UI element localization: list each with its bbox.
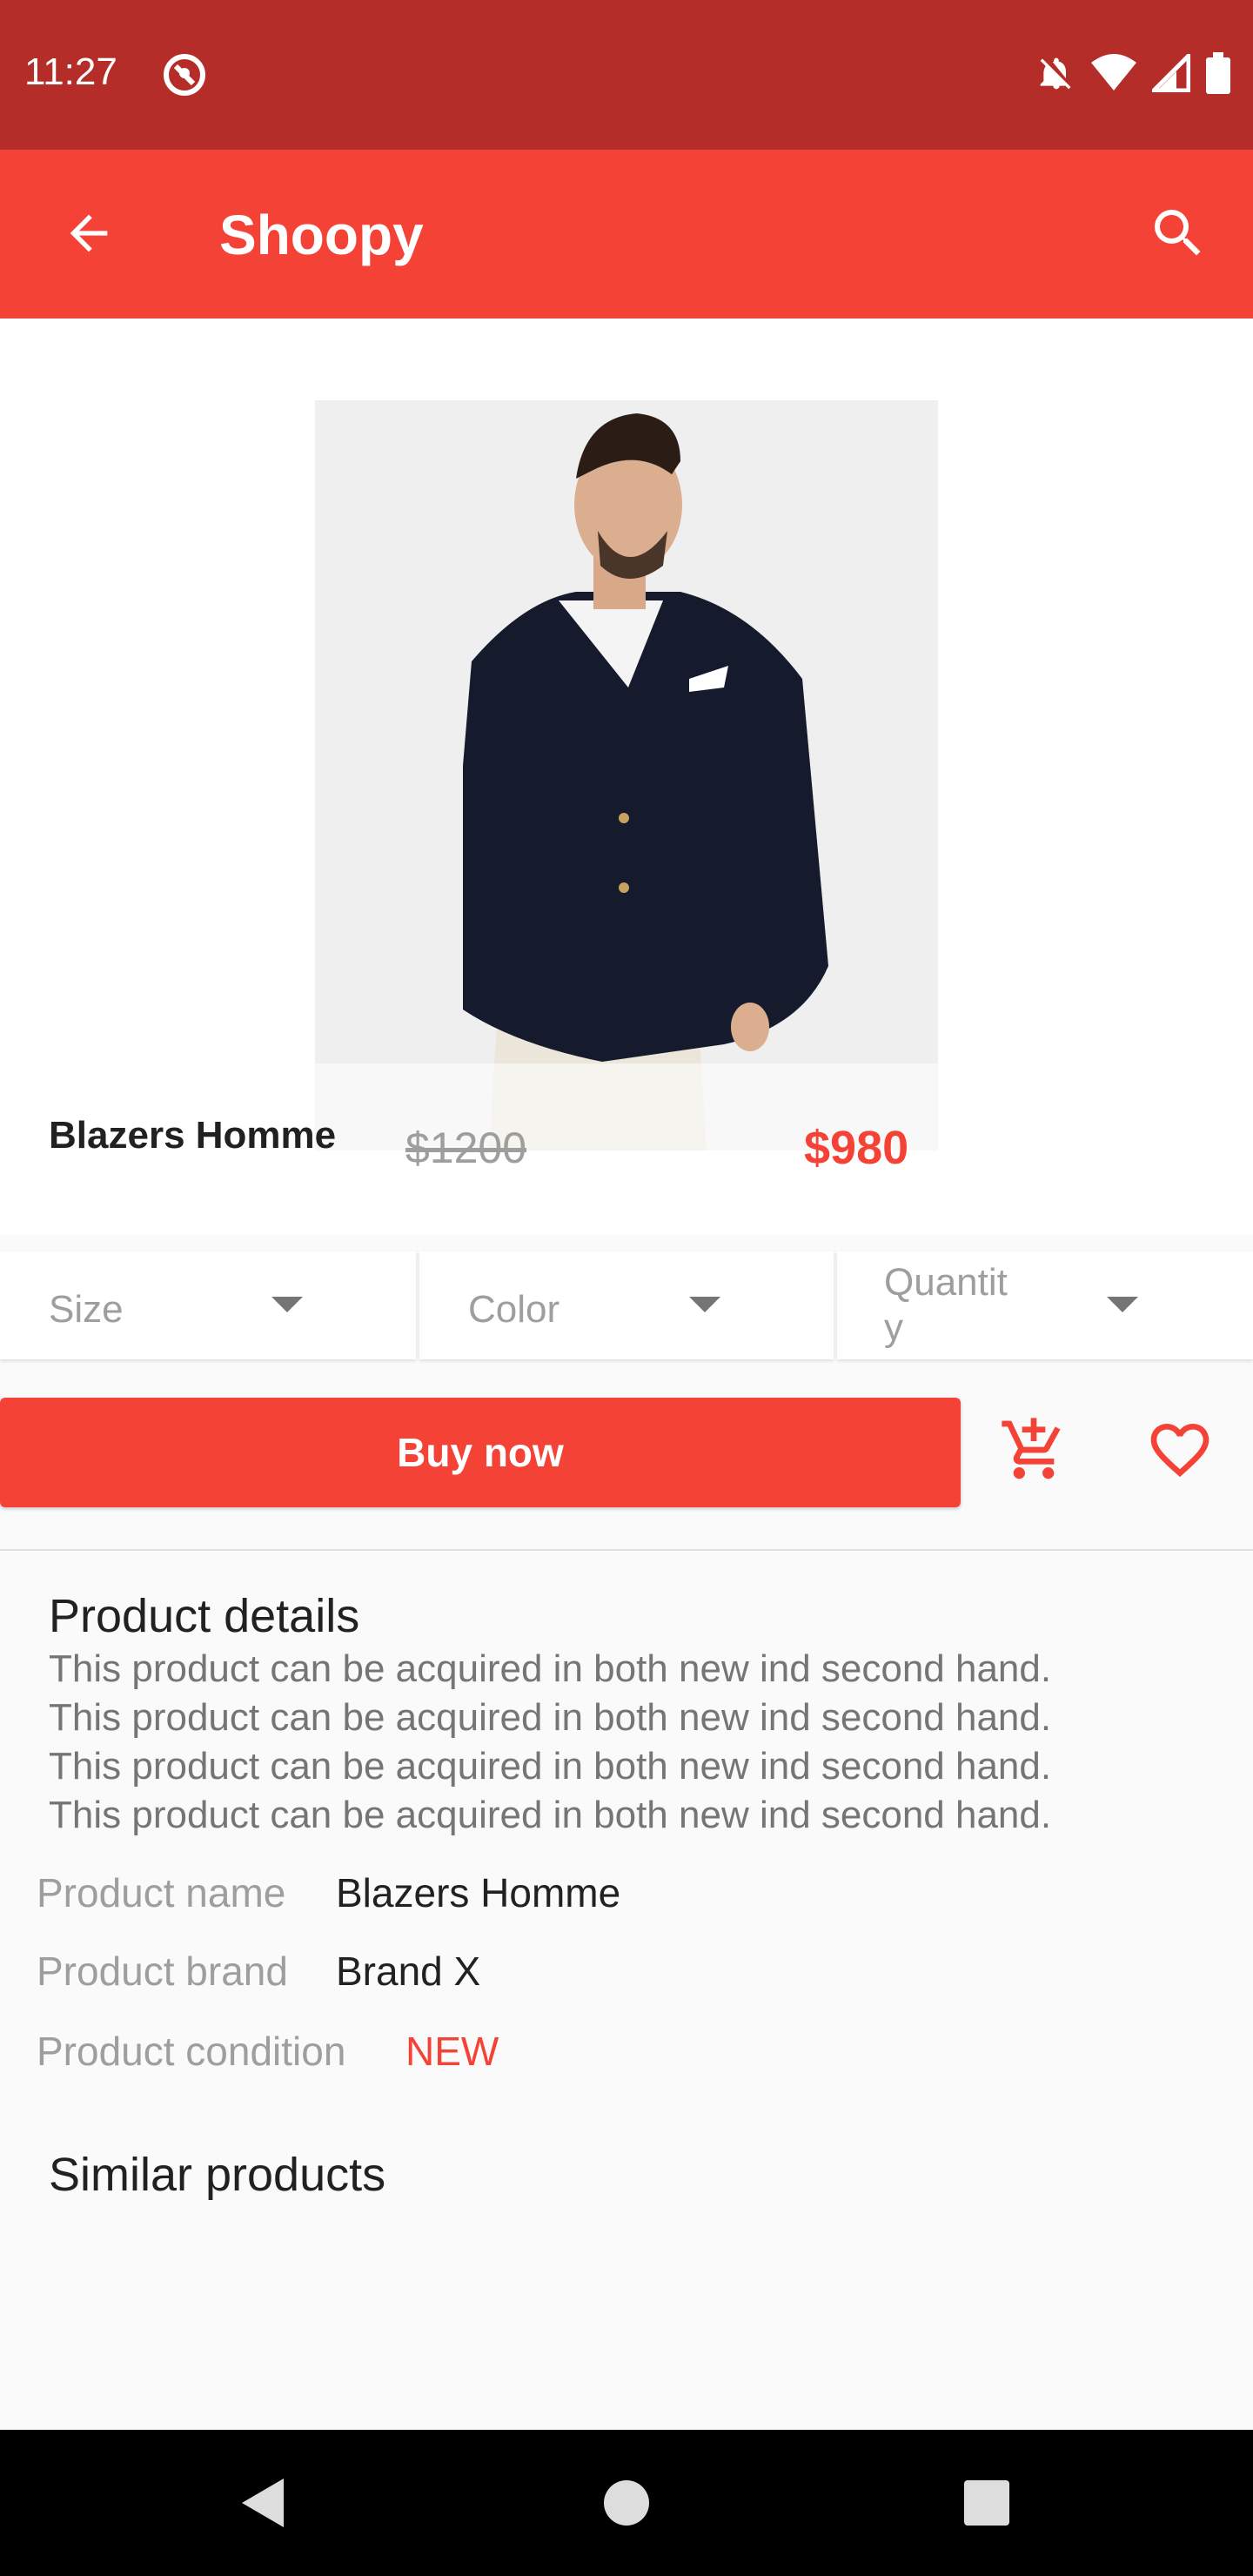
dropdown-arrow-icon (1107, 1297, 1138, 1312)
spec-key-name: Product name (37, 1870, 286, 1915)
nav-recents-button[interactable] (952, 2470, 1022, 2539)
details-line: This product can be acquired in both new… (49, 1794, 1052, 1836)
product-image[interactable] (315, 400, 938, 1150)
spec-value-condition: NEW (405, 2029, 499, 2074)
wifi-icon (1091, 53, 1136, 97)
color-label: Color (468, 1288, 560, 1331)
details-line: This product can be acquired in both new… (49, 1647, 1052, 1690)
nav-back-icon (238, 2477, 287, 2533)
add-to-cart-button[interactable] (992, 1410, 1075, 1493)
size-selector[interactable]: Size (0, 1251, 416, 1359)
favorite-button[interactable] (1138, 1410, 1222, 1493)
divider (0, 1549, 1253, 1551)
accessibility-status-icon (162, 52, 207, 97)
heart-icon (1145, 1415, 1215, 1489)
dropdown-arrow-icon (689, 1297, 720, 1312)
product-details-title: Product details (49, 1590, 360, 1642)
new-price: $980 (804, 1122, 909, 1174)
nav-home-button[interactable] (592, 2470, 661, 2539)
color-selector[interactable]: Color (419, 1251, 834, 1359)
details-line: This product can be acquired in both new… (49, 1696, 1052, 1739)
size-label: Size (49, 1288, 124, 1331)
nav-home-icon (602, 2479, 651, 2532)
details-line: This product can be acquired in both new… (49, 1745, 1052, 1788)
spec-value-brand: Brand X (336, 1949, 481, 1994)
app-bar (0, 150, 1253, 319)
nav-back-button[interactable] (228, 2470, 298, 2539)
buy-now-button[interactable]: Buy now (0, 1398, 961, 1507)
nav-recents-icon (964, 2479, 1009, 2530)
back-arrow-icon (61, 205, 117, 265)
search-button[interactable] (1136, 193, 1220, 277)
signal-icon (1148, 50, 1191, 97)
quantity-selector[interactable]: Quantit y (837, 1251, 1253, 1359)
battery-icon (1206, 51, 1230, 98)
status-icons (1037, 50, 1230, 99)
spec-key-condition: Product condition (37, 2029, 346, 2074)
quantity-label: Quantit y (884, 1260, 1041, 1351)
notifications-off-icon (1037, 54, 1075, 97)
quantity-label-line1: Quantit (884, 1261, 1008, 1304)
similar-products-title: Similar products (49, 2149, 386, 2201)
dropdown-arrow-icon (271, 1297, 303, 1312)
app-title: Shoopy (219, 204, 424, 266)
status-time: 11:27 (24, 50, 117, 93)
search-icon (1147, 202, 1209, 269)
back-button[interactable] (47, 193, 131, 277)
old-price: $1200 (405, 1124, 527, 1172)
spec-value-name: Blazers Homme (336, 1870, 621, 1915)
add-to-cart-icon (999, 1415, 1069, 1489)
product-details-text: This product can be acquired in both new… (49, 1645, 1232, 1840)
product-title: Blazers Homme (49, 1114, 337, 1157)
spec-key-brand: Product brand (37, 1949, 288, 1994)
quantity-label-line2: y (884, 1306, 903, 1349)
